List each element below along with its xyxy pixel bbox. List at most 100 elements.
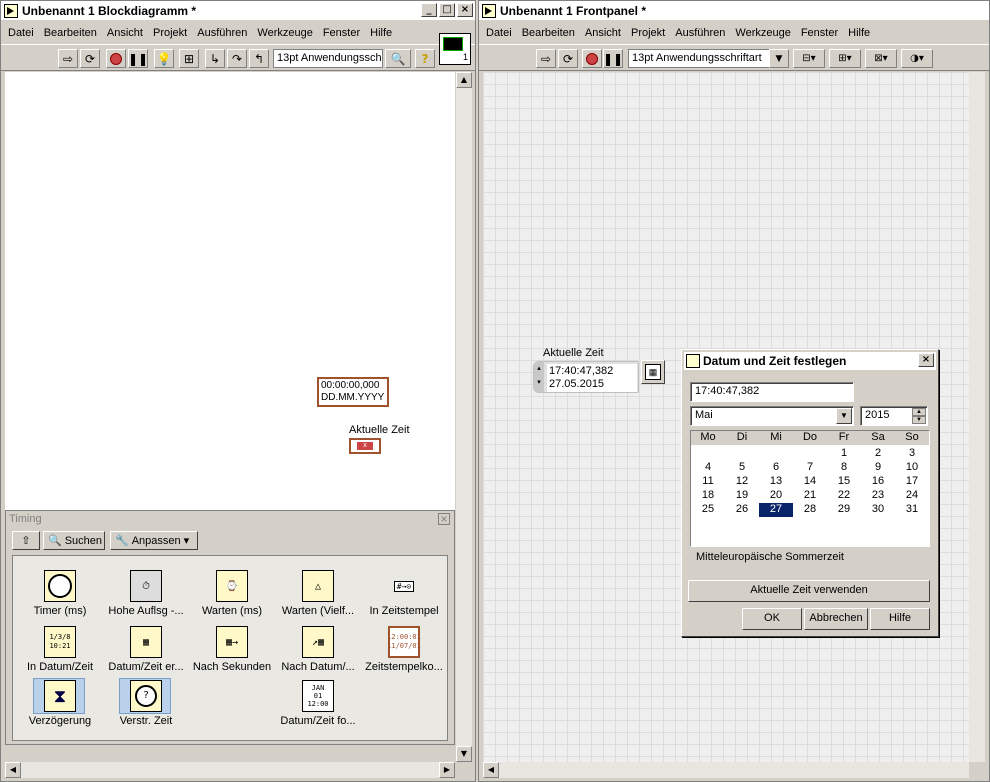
- run-arrow-icon[interactable]: ⇨: [58, 49, 78, 68]
- cancel-button[interactable]: Abbrechen: [804, 608, 868, 630]
- calendar-day[interactable]: 17: [895, 475, 929, 489]
- font-selector[interactable]: 13pt Anwendungsschri: [273, 49, 383, 68]
- ok-button[interactable]: OK: [742, 608, 802, 630]
- maximize-button[interactable]: □: [439, 3, 455, 17]
- menu-hilfe[interactable]: Hilfe: [843, 27, 875, 39]
- timestamp-constant[interactable]: 00:00:00,000 DD.MM.YYYY: [317, 377, 389, 407]
- palette-item-delay[interactable]: ⧗ Verzögerung: [17, 680, 103, 727]
- menu-ausfuehren[interactable]: Ausführen: [192, 27, 252, 39]
- palette-item-date-format[interactable]: JAN 01 12:00 Datum/Zeit fo...: [275, 680, 361, 727]
- calendar-day[interactable]: 7: [793, 461, 827, 475]
- run-continuously-icon[interactable]: ⟳: [558, 49, 578, 68]
- calendar-day[interactable]: 28: [793, 503, 827, 517]
- month-select[interactable]: Mai ▼: [690, 406, 854, 426]
- palette-search-button[interactable]: 🔍 Suchen: [43, 531, 105, 550]
- palette-item-high-res[interactable]: ⏱ Hohe Auflsg -...: [103, 570, 189, 617]
- menu-datei[interactable]: Datei: [481, 27, 517, 39]
- minimize-button[interactable]: _: [421, 3, 437, 17]
- menu-ansicht[interactable]: Ansicht: [580, 27, 626, 39]
- calendar-day[interactable]: [691, 447, 725, 461]
- use-current-time-button[interactable]: Aktuelle Zeit verwenden: [688, 580, 930, 602]
- abort-icon[interactable]: [106, 49, 126, 68]
- palette-item-get-datetime[interactable]: ▦ Datum/Zeit er...: [103, 626, 189, 673]
- calendar-day[interactable]: 22: [827, 489, 861, 503]
- calendar-day[interactable]: 25: [691, 503, 725, 517]
- calendar-day[interactable]: 12: [725, 475, 759, 489]
- calendar-day[interactable]: 15: [827, 475, 861, 489]
- calendar-day[interactable]: 16: [861, 475, 895, 489]
- front-panel-titlebar[interactable]: Unbenannt 1 Frontpanel *: [479, 1, 989, 21]
- calendar-day[interactable]: 4: [691, 461, 725, 475]
- palette-item-to-datetime[interactable]: 1/3/8 10:21 In Datum/Zeit: [17, 626, 103, 673]
- calendar-day[interactable]: 1: [827, 447, 861, 461]
- vi-icon[interactable]: 1: [439, 33, 471, 65]
- palette-item-to-timestamp[interactable]: #→⊙ In Zeitstempel: [361, 570, 447, 617]
- calendar-browse-button[interactable]: ▦: [641, 360, 665, 384]
- scroll-down-arrow-icon[interactable]: ▼: [456, 746, 472, 762]
- dialog-titlebar[interactable]: Datum und Zeit festlegen ×: [684, 352, 936, 370]
- dialog-close-button[interactable]: ×: [918, 353, 934, 367]
- menu-werkzeuge[interactable]: Werkzeuge: [730, 27, 795, 39]
- calendar-day-selected[interactable]: 27: [759, 503, 793, 517]
- palette-item-wait-multiple[interactable]: △ Warten (Vielf...: [275, 570, 361, 617]
- calendar-day[interactable]: [725, 447, 759, 461]
- palette-close-icon[interactable]: ×: [438, 513, 450, 525]
- menu-fenster[interactable]: Fenster: [318, 27, 365, 39]
- align-objects-icon[interactable]: ⊟▾: [793, 49, 825, 68]
- timestamp-control[interactable]: ▴ ▾ 17:40:47,382 27.05.2015: [533, 361, 639, 393]
- palette-item-wait-ms[interactable]: ⌚ Warten (ms): [189, 570, 275, 617]
- retain-wire-icon[interactable]: ⊞: [179, 49, 199, 68]
- calendar-day[interactable]: 21: [793, 489, 827, 503]
- scroll-left-arrow-icon[interactable]: ◀: [5, 762, 21, 778]
- distribute-objects-icon[interactable]: ⊞▾: [829, 49, 861, 68]
- year-up-icon[interactable]: ▲: [912, 408, 926, 416]
- calendar-day[interactable]: 2: [861, 447, 895, 461]
- calendar-day[interactable]: 23: [861, 489, 895, 503]
- calendar-day[interactable]: 14: [793, 475, 827, 489]
- pause-icon[interactable]: ❚❚: [603, 49, 623, 68]
- calendar-day[interactable]: 29: [827, 503, 861, 517]
- scroll-up-arrow-icon[interactable]: ▲: [456, 72, 472, 88]
- menu-ausfuehren[interactable]: Ausführen: [670, 27, 730, 39]
- block-vertical-scrollbar[interactable]: ▲ ▼: [456, 72, 472, 762]
- step-out-icon[interactable]: ↰: [249, 49, 269, 68]
- calendar-day[interactable]: 13: [759, 475, 793, 489]
- step-over-icon[interactable]: ↷: [227, 49, 247, 68]
- year-stepper[interactable]: 2015 ▲ ▼: [860, 406, 928, 426]
- run-arrow-icon[interactable]: ⇨: [536, 49, 556, 68]
- calendar-day[interactable]: 31: [895, 503, 929, 517]
- resize-objects-icon[interactable]: ⊠▾: [865, 49, 897, 68]
- calendar-day[interactable]: [759, 447, 793, 461]
- timestamp-indicator-terminal[interactable]: x: [349, 438, 381, 454]
- calendar-day[interactable]: 18: [691, 489, 725, 503]
- palette-item-to-seconds[interactable]: ▦→ Nach Sekunden: [189, 626, 275, 673]
- increment-decrement-icon[interactable]: ▴ ▾: [534, 362, 544, 392]
- chevron-down-icon[interactable]: ▼: [836, 408, 852, 424]
- calendar-day[interactable]: 9: [861, 461, 895, 475]
- scroll-left-arrow-icon[interactable]: ◀: [483, 762, 499, 778]
- menu-datei[interactable]: Datei: [3, 27, 39, 39]
- palette-item-timer[interactable]: Timer (ms): [17, 570, 103, 617]
- palette-customize-button[interactable]: 🔧 Anpassen ▾: [110, 531, 198, 550]
- menu-hilfe[interactable]: Hilfe: [365, 27, 397, 39]
- help-button[interactable]: Hilfe: [870, 608, 930, 630]
- time-input[interactable]: 17:40:47,382: [690, 382, 854, 402]
- calendar-day[interactable]: 3: [895, 447, 929, 461]
- menu-fenster[interactable]: Fenster: [796, 27, 843, 39]
- reorder-icon[interactable]: ◑▾: [901, 49, 933, 68]
- palette-item-timestamp-const[interactable]: 12:00:01 11/07/01 Zeitstempelko...: [361, 626, 447, 673]
- menu-projekt[interactable]: Projekt: [148, 27, 192, 39]
- close-button[interactable]: ×: [457, 3, 473, 17]
- menu-ansicht[interactable]: Ansicht: [102, 27, 148, 39]
- palette-item-to-date[interactable]: ↗▦ Nach Datum/...: [275, 626, 361, 673]
- block-diagram-canvas[interactable]: 00:00:00,000 DD.MM.YYYY Aktuelle Zeit x: [5, 72, 455, 510]
- highlight-bulb-icon[interactable]: 💡: [154, 49, 174, 68]
- calendar-day[interactable]: 30: [861, 503, 895, 517]
- calendar-day[interactable]: 26: [725, 503, 759, 517]
- scroll-right-arrow-icon[interactable]: ▶: [439, 762, 455, 778]
- calendar-day[interactable]: 10: [895, 461, 929, 475]
- calendar-day[interactable]: [793, 447, 827, 461]
- menu-werkzeuge[interactable]: Werkzeuge: [252, 27, 317, 39]
- menu-bearbeiten[interactable]: Bearbeiten: [39, 27, 102, 39]
- front-horizontal-scrollbar[interactable]: ◀: [483, 762, 969, 778]
